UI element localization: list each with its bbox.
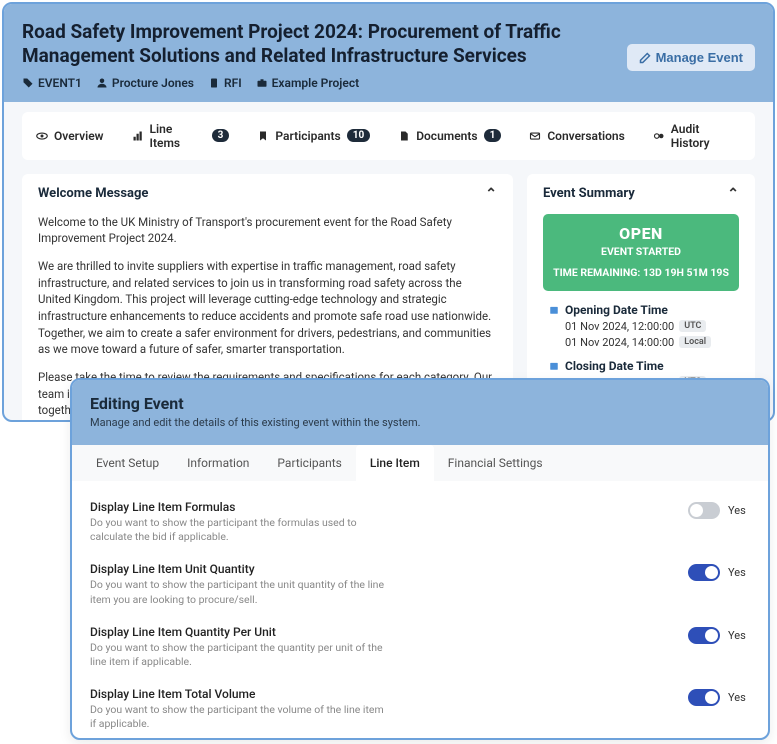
tab-label: Audit History	[671, 122, 741, 150]
opening-label: Opening Date Time	[565, 303, 668, 317]
meta-event-tag: EVENT1	[22, 76, 82, 90]
closing-label: Closing Date Time	[565, 359, 664, 373]
tz-utc-badge: UTC	[679, 320, 706, 332]
toggle-text: Yes	[728, 629, 746, 642]
welcome-p2: We are thrilled to invite suppliers with…	[38, 258, 497, 358]
history-icon	[653, 130, 665, 142]
modal-tab-event-setup[interactable]: Event Setup	[82, 445, 173, 481]
meta-type-text: RFI	[224, 76, 242, 90]
document-icon	[398, 130, 410, 142]
welcome-header[interactable]: Welcome Message ⌃	[38, 186, 497, 202]
toggle-text: Yes	[728, 504, 746, 517]
setting-total-volume: Display Line Item Total Volume Do you wa…	[90, 678, 750, 740]
event-header: Road Safety Improvement Project 2024: Pr…	[4, 4, 773, 102]
toggle-quantity-per-unit[interactable]	[688, 627, 720, 644]
modal-body: Display Line Item Formulas Do you want t…	[72, 481, 768, 740]
tab-label: Participants	[275, 129, 340, 143]
summary-header[interactable]: Event Summary ⌃	[543, 186, 739, 202]
meta-project-text: Example Project	[272, 76, 359, 90]
briefcase-icon	[256, 77, 268, 89]
meta-project: Example Project	[256, 76, 359, 90]
setting-formulas: Display Line Item Formulas Do you want t…	[90, 491, 750, 553]
setting-label: Display Line Item Total Volume	[90, 687, 658, 701]
tab-label: Documents	[416, 129, 477, 143]
calendar-close-icon	[549, 361, 559, 371]
setting-label: Display Line Item Formulas	[90, 500, 658, 514]
status-box: OPEN EVENT STARTED TIME REMAINING: 13D 1…	[543, 214, 739, 291]
modal-tab-participants[interactable]: Participants	[263, 445, 355, 481]
event-main-panel: Road Safety Improvement Project 2024: Pr…	[2, 2, 775, 422]
main-tabs: Overview Line Items 3 Participants 10 Do…	[22, 112, 755, 160]
manage-event-button[interactable]: Manage Event	[627, 44, 755, 71]
tab-badge: 3	[212, 129, 230, 142]
setting-quantity-per-unit: Display Line Item Quantity Per Unit Do y…	[90, 616, 750, 678]
meta-type: RFI	[208, 76, 242, 90]
chevron-up-icon: ⌃	[727, 186, 739, 202]
tz-local-badge: Local	[679, 336, 711, 348]
meta-event-tag-text: EVENT1	[38, 76, 82, 90]
tab-line-items[interactable]: Line Items 3	[118, 112, 244, 160]
event-meta: EVENT1 Procture Jones RFI Example Projec…	[22, 76, 755, 90]
tab-conversations[interactable]: Conversations	[515, 112, 638, 160]
tab-documents[interactable]: Documents 1	[384, 112, 515, 160]
manage-event-label: Manage Event	[656, 50, 743, 65]
chevron-up-icon: ⌃	[485, 186, 497, 202]
chart-icon	[132, 130, 144, 142]
setting-desc: Do you want to show the participant the …	[90, 516, 390, 544]
calendar-open-icon	[549, 305, 559, 315]
setting-desc: Do you want to show the participant the …	[90, 703, 390, 731]
tab-label: Overview	[54, 129, 104, 143]
status-title: OPEN	[549, 224, 733, 243]
opening-local: 01 Nov 2024, 14:00:00	[565, 336, 674, 349]
meta-owner-text: Procture Jones	[112, 76, 194, 90]
setting-desc: Do you want to show the participant the …	[90, 641, 390, 669]
setting-desc: Do you want to show the participant the …	[90, 578, 390, 606]
pencil-icon	[639, 52, 651, 64]
clipboard-icon	[208, 77, 220, 89]
setting-label: Display Line Item Quantity Per Unit	[90, 625, 658, 639]
meta-owner: Procture Jones	[96, 76, 194, 90]
editing-event-modal: Editing Event Manage and edit the detail…	[70, 378, 770, 740]
setting-unit-quantity: Display Line Item Unit Quantity Do you w…	[90, 553, 750, 615]
toggle-text: Yes	[728, 691, 746, 704]
welcome-title: Welcome Message	[38, 186, 148, 201]
setting-label: Display Line Item Unit Quantity	[90, 562, 658, 576]
modal-subtitle: Manage and edit the details of this exis…	[90, 416, 750, 429]
status-subtitle: EVENT STARTED	[549, 245, 733, 258]
bookmark-icon	[257, 130, 269, 142]
opening-date-block: Opening Date Time 01 Nov 2024, 12:00:00 …	[543, 303, 739, 349]
tag-icon	[22, 77, 34, 89]
modal-tabs: Event Setup Information Participants Lin…	[72, 445, 768, 481]
tab-badge: 1	[484, 129, 502, 142]
status-time-remaining: TIME REMAINING: 13D 19H 51M 19S	[549, 266, 733, 279]
tab-label: Conversations	[547, 129, 624, 143]
modal-tab-line-item[interactable]: Line Item	[356, 445, 434, 481]
tab-participants[interactable]: Participants 10	[243, 112, 384, 160]
modal-tab-financial-settings[interactable]: Financial Settings	[434, 445, 557, 481]
modal-tab-information[interactable]: Information	[173, 445, 263, 481]
eye-icon	[36, 130, 48, 142]
tab-badge: 10	[347, 129, 370, 142]
modal-header: Editing Event Manage and edit the detail…	[72, 380, 768, 445]
toggle-text: Yes	[728, 566, 746, 579]
welcome-p1: Welcome to the UK Ministry of Transport'…	[38, 214, 497, 247]
user-icon	[96, 77, 108, 89]
summary-title: Event Summary	[543, 186, 635, 201]
opening-utc: 01 Nov 2024, 12:00:00	[565, 320, 674, 333]
modal-title: Editing Event	[90, 394, 750, 413]
toggle-total-volume[interactable]	[688, 689, 720, 706]
toggle-unit-quantity[interactable]	[688, 564, 720, 581]
tab-label: Line Items	[150, 122, 206, 150]
tab-audit-history[interactable]: Audit History	[639, 112, 755, 160]
mail-icon	[529, 130, 541, 142]
tab-overview[interactable]: Overview	[22, 112, 118, 160]
toggle-formulas[interactable]	[688, 502, 720, 519]
